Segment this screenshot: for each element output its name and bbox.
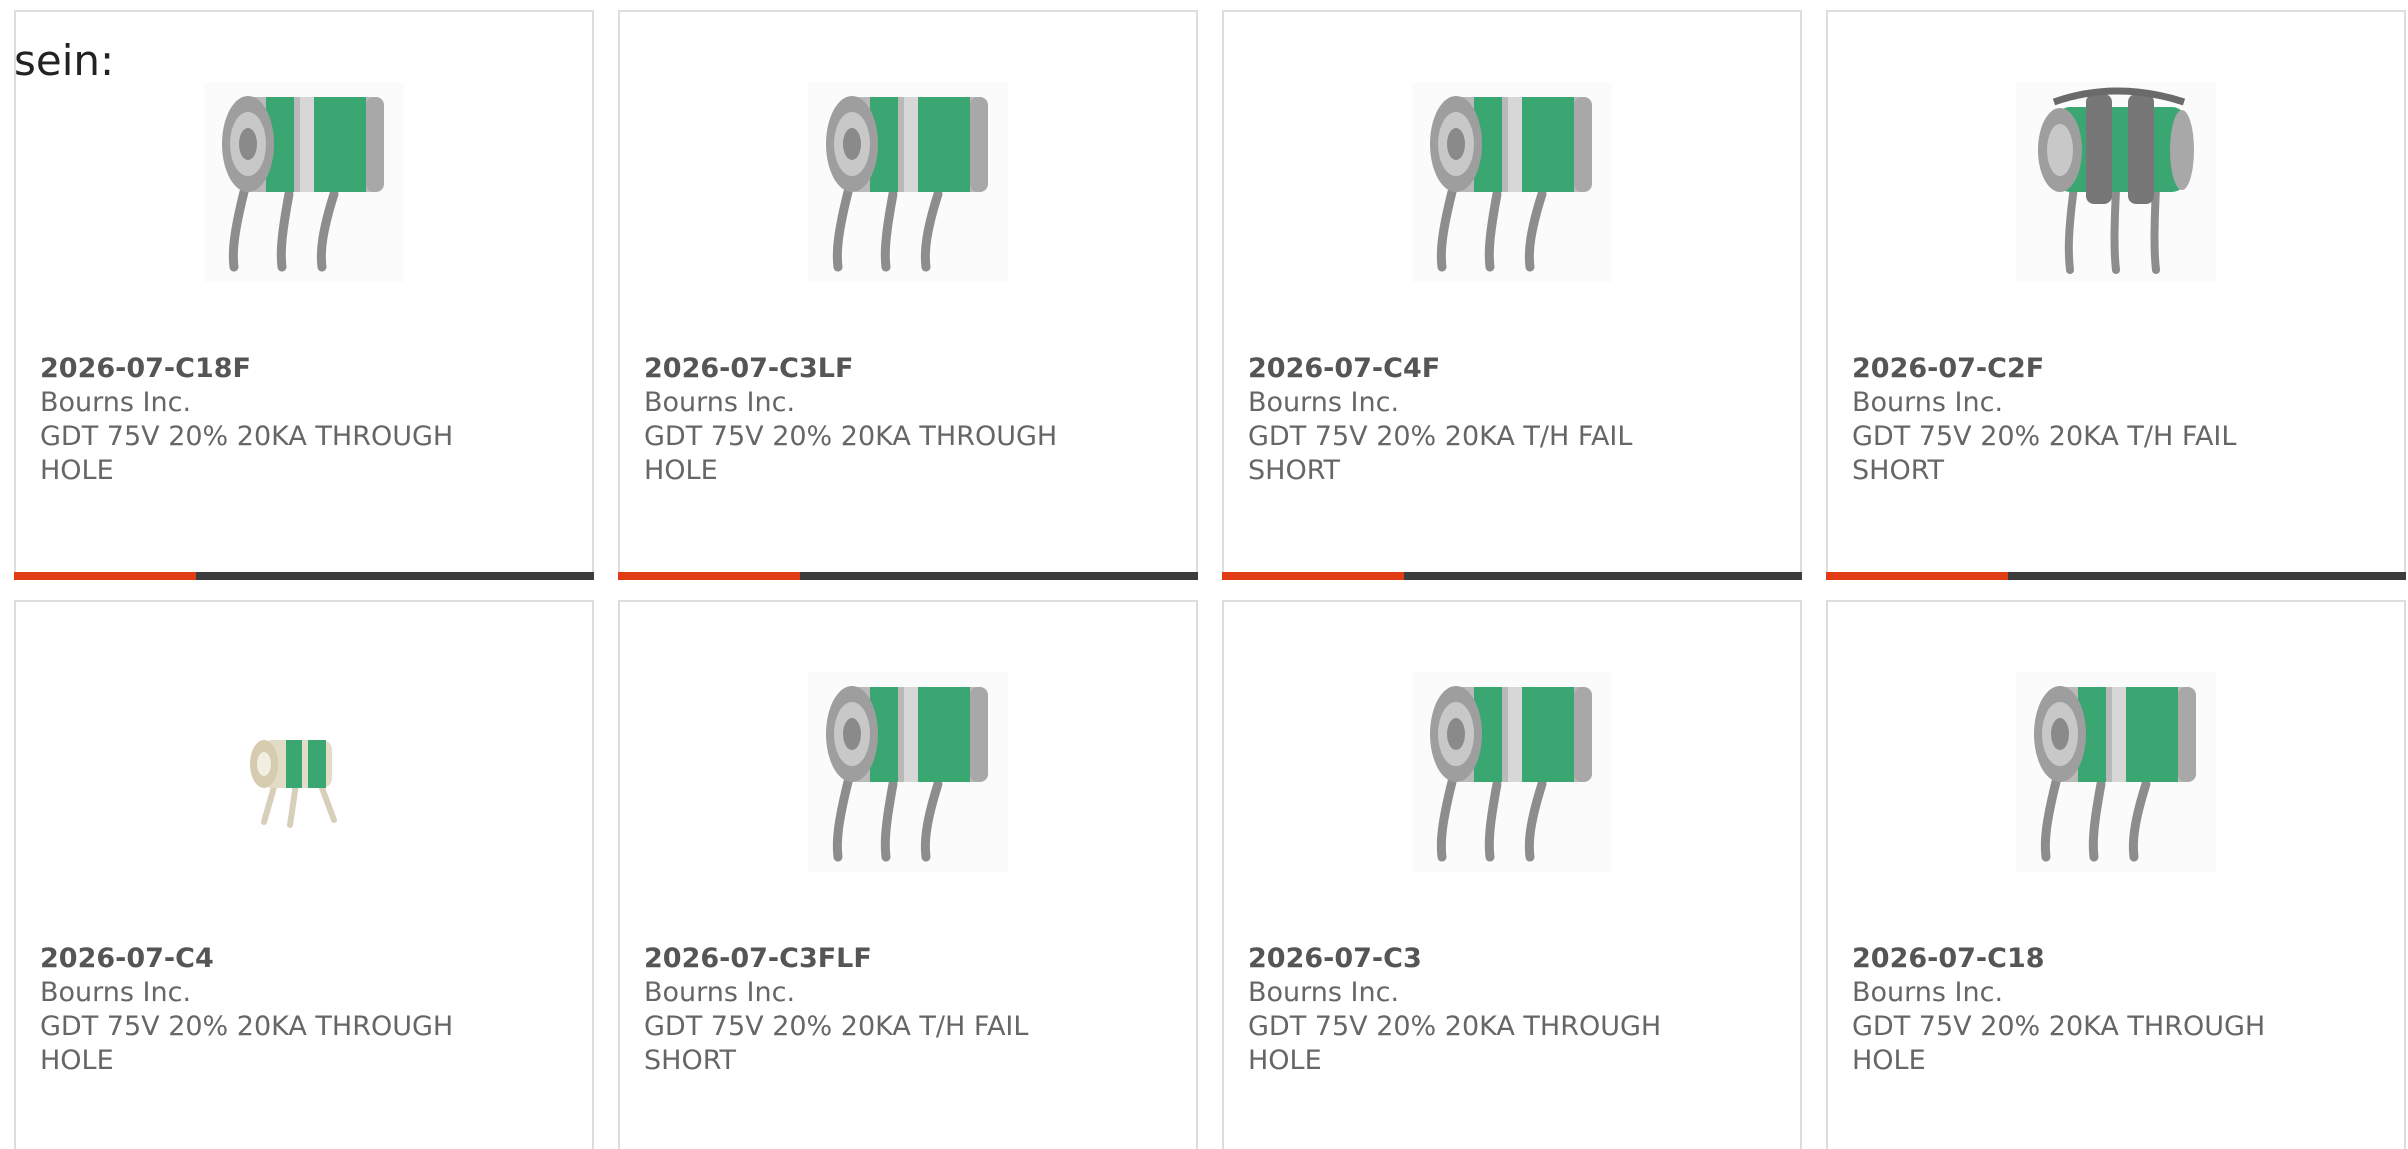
product-info: 2026-07-C3 Bourns Inc. GDT 75V 20% 20KA … xyxy=(1248,942,1678,1078)
product-card[interactable]: 2026-07-C18F Bourns Inc. GDT 75V 20% 20K… xyxy=(14,10,594,580)
product-info: 2026-07-C2F Bourns Inc. GDT 75V 20% 20KA… xyxy=(1852,352,2282,488)
product-card[interactable]: 2026-07-C4F Bourns Inc. GDT 75V 20% 20KA… xyxy=(1222,10,1802,580)
gdt-3-lead-icon xyxy=(1412,82,1612,282)
product-info: 2026-07-C4 Bourns Inc. GDT 75V 20% 20KA … xyxy=(40,942,470,1078)
accent-bar xyxy=(1826,572,2406,580)
description: GDT 75V 20% 20KA T/H FAIL SHORT xyxy=(1248,421,1633,486)
product-card[interactable]: 2026-07-C2F Bourns Inc. GDT 75V 20% 20KA… xyxy=(1826,10,2406,580)
part-number[interactable]: 2026-07-C3FLF xyxy=(644,942,1074,976)
manufacturer: Bourns Inc. xyxy=(40,387,192,418)
part-number[interactable]: 2026-07-C18 xyxy=(1852,942,2282,976)
manufacturer: Bourns Inc. xyxy=(40,977,192,1008)
product-card[interactable]: 2026-07-C3 Bourns Inc. GDT 75V 20% 20KA … xyxy=(1222,600,1802,1149)
manufacturer: Bourns Inc. xyxy=(644,977,796,1008)
part-number[interactable]: 2026-07-C3 xyxy=(1248,942,1678,976)
gdt-3-lead-icon xyxy=(1412,672,1612,872)
product-card[interactable]: 2026-07-C3LF Bourns Inc. GDT 75V 20% 20K… xyxy=(618,10,1198,580)
part-number[interactable]: 2026-07-C4F xyxy=(1248,352,1678,386)
description: GDT 75V 20% 20KA T/H FAIL SHORT xyxy=(1852,421,2237,486)
description: GDT 75V 20% 20KA THROUGH HOLE xyxy=(40,1011,454,1076)
product-card[interactable]: 2026-07-C18 Bourns Inc. GDT 75V 20% 20KA… xyxy=(1826,600,2406,1149)
accent-bar xyxy=(1222,572,1802,580)
product-card[interactable]: 2026-07-C3FLF Bourns Inc. GDT 75V 20% 20… xyxy=(618,600,1198,1149)
manufacturer: Bourns Inc. xyxy=(1248,387,1400,418)
part-number[interactable]: 2026-07-C18F xyxy=(40,352,470,386)
lead-text: sein: xyxy=(14,36,115,85)
description: GDT 75V 20% 20KA THROUGH HOLE xyxy=(1248,1011,1662,1076)
product-info: 2026-07-C18F Bourns Inc. GDT 75V 20% 20K… xyxy=(40,352,470,488)
gdt-3-lead-icon xyxy=(2016,672,2216,872)
description: GDT 75V 20% 20KA T/H FAIL SHORT xyxy=(644,1011,1029,1076)
gdt-small-icon xyxy=(204,672,404,872)
gdt-3-lead-icon xyxy=(808,82,1008,282)
manufacturer: Bourns Inc. xyxy=(1248,977,1400,1008)
product-info: 2026-07-C4F Bourns Inc. GDT 75V 20% 20KA… xyxy=(1248,352,1678,488)
part-number[interactable]: 2026-07-C2F xyxy=(1852,352,2282,386)
product-card[interactable]: 2026-07-C4 Bourns Inc. GDT 75V 20% 20KA … xyxy=(14,600,594,1149)
product-info: 2026-07-C18 Bourns Inc. GDT 75V 20% 20KA… xyxy=(1852,942,2282,1078)
description: GDT 75V 20% 20KA THROUGH HOLE xyxy=(1852,1011,2266,1076)
accent-bar xyxy=(14,572,594,580)
product-info: 2026-07-C3LF Bourns Inc. GDT 75V 20% 20K… xyxy=(644,352,1074,488)
manufacturer: Bourns Inc. xyxy=(1852,977,2004,1008)
manufacturer: Bourns Inc. xyxy=(644,387,796,418)
description: GDT 75V 20% 20KA THROUGH HOLE xyxy=(40,421,454,486)
manufacturer: Bourns Inc. xyxy=(1852,387,2004,418)
part-number[interactable]: 2026-07-C4 xyxy=(40,942,470,976)
product-info: 2026-07-C3FLF Bourns Inc. GDT 75V 20% 20… xyxy=(644,942,1074,1078)
accent-bar xyxy=(618,572,1198,580)
part-number[interactable]: 2026-07-C3LF xyxy=(644,352,1074,386)
product-grid: sein: 2026-07-C18F Bourns Inc. GDT 75V 2… xyxy=(0,0,2408,1149)
description: GDT 75V 20% 20KA THROUGH HOLE xyxy=(644,421,1058,486)
gdt-3-lead-icon xyxy=(808,672,1008,872)
gdt-fail-short-clip-icon xyxy=(2016,82,2216,282)
gdt-3-lead-icon xyxy=(204,82,404,282)
